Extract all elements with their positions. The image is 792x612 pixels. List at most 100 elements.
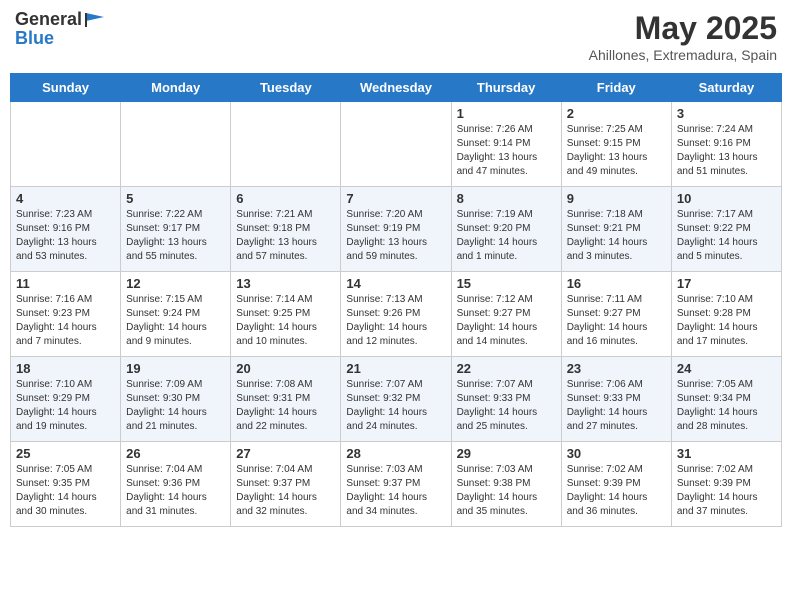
- day-number: 23: [567, 361, 666, 376]
- calendar-cell-w4-d6: 23 Sunrise: 7:06 AM Sunset: 9:33 PM Dayli…: [561, 357, 671, 442]
- calendar-header-row: Sunday Monday Tuesday Wednesday Thursday…: [11, 74, 782, 102]
- calendar-week-1: 1 Sunrise: 7:26 AM Sunset: 9:14 PM Daylig…: [11, 102, 782, 187]
- day-info: Sunrise: 7:10 AM Sunset: 9:29 PM Dayligh…: [16, 378, 115, 434]
- day-info: Sunrise: 7:24 AM Sunset: 9:16 PM Dayligh…: [677, 123, 776, 179]
- day-number: 4: [16, 191, 115, 206]
- day-info: Sunrise: 7:05 AM Sunset: 9:34 PM Dayligh…: [677, 378, 776, 434]
- calendar-cell-w3-d4: 14 Sunrise: 7:13 AM Sunset: 9:26 PM Dayli…: [341, 272, 451, 357]
- logo-general: General: [15, 10, 82, 30]
- logo-blue: Blue: [15, 28, 106, 49]
- day-info: Sunrise: 7:02 AM Sunset: 9:39 PM Dayligh…: [677, 463, 776, 519]
- day-number: 16: [567, 276, 666, 291]
- day-number: 29: [457, 446, 556, 461]
- header-sunday: Sunday: [11, 74, 121, 102]
- day-info: Sunrise: 7:06 AM Sunset: 9:33 PM Dayligh…: [567, 378, 666, 434]
- day-info: Sunrise: 7:14 AM Sunset: 9:25 PM Dayligh…: [236, 293, 335, 349]
- calendar-cell-w5-d2: 26Sunrise: 7:04 AM Sunset: 9:36 PM Dayli…: [121, 442, 231, 527]
- day-number: 19: [126, 361, 225, 376]
- calendar-cell-w4-d7: 24 Sunrise: 7:05 AM Sunset: 9:34 PM Dayli…: [671, 357, 781, 442]
- day-number: 14: [346, 276, 445, 291]
- day-info: Sunrise: 7:05 AM Sunset: 9:35 PM Dayligh…: [16, 463, 115, 519]
- calendar-cell-w2-d6: 9 Sunrise: 7:18 AM Sunset: 9:21 PM Daylig…: [561, 187, 671, 272]
- calendar-cell-w1-d1: [11, 102, 121, 187]
- day-info: Sunrise: 7:17 AM Sunset: 9:22 PM Dayligh…: [677, 208, 776, 264]
- day-number: 21: [346, 361, 445, 376]
- calendar-week-3: 11Sunrise: 7:16 AM Sunset: 9:23 PM Dayli…: [11, 272, 782, 357]
- day-number: 9: [567, 191, 666, 206]
- day-info: Sunrise: 7:09 AM Sunset: 9:30 PM Dayligh…: [126, 378, 225, 434]
- day-number: 3: [677, 106, 776, 121]
- calendar-cell-w4-d3: 20Sunrise: 7:08 AM Sunset: 9:31 PM Dayli…: [231, 357, 341, 442]
- calendar-week-5: 25 Sunrise: 7:05 AM Sunset: 9:35 PM Dayli…: [11, 442, 782, 527]
- calendar-cell-w5-d3: 27 Sunrise: 7:04 AM Sunset: 9:37 PM Dayli…: [231, 442, 341, 527]
- calendar-cell-w4-d5: 22Sunrise: 7:07 AM Sunset: 9:33 PM Dayli…: [451, 357, 561, 442]
- day-number: 8: [457, 191, 556, 206]
- calendar-cell-w4-d1: 18Sunrise: 7:10 AM Sunset: 9:29 PM Dayli…: [11, 357, 121, 442]
- day-number: 6: [236, 191, 335, 206]
- calendar-cell-w1-d6: 2Sunrise: 7:25 AM Sunset: 9:15 PM Daylig…: [561, 102, 671, 187]
- calendar-cell-w2-d2: 5 Sunrise: 7:22 AM Sunset: 9:17 PM Daylig…: [121, 187, 231, 272]
- calendar-cell-w4-d2: 19 Sunrise: 7:09 AM Sunset: 9:30 PM Dayli…: [121, 357, 231, 442]
- day-info: Sunrise: 7:03 AM Sunset: 9:37 PM Dayligh…: [346, 463, 445, 519]
- day-info: Sunrise: 7:25 AM Sunset: 9:15 PM Dayligh…: [567, 123, 666, 179]
- day-info: Sunrise: 7:04 AM Sunset: 9:37 PM Dayligh…: [236, 463, 335, 519]
- calendar-cell-w5-d6: 30 Sunrise: 7:02 AM Sunset: 9:39 PM Dayli…: [561, 442, 671, 527]
- day-number: 1: [457, 106, 556, 121]
- day-number: 28: [346, 446, 445, 461]
- logo: General Blue: [15, 10, 106, 49]
- page-container: General Blue May 2025 Ahillones, Extrema…: [10, 10, 782, 527]
- day-info: Sunrise: 7:19 AM Sunset: 9:20 PM Dayligh…: [457, 208, 556, 264]
- calendar-cell-w2-d4: 7Sunrise: 7:20 AM Sunset: 9:19 PM Daylig…: [341, 187, 451, 272]
- day-info: Sunrise: 7:13 AM Sunset: 9:26 PM Dayligh…: [346, 293, 445, 349]
- calendar-cell-w1-d7: 3 Sunrise: 7:24 AM Sunset: 9:16 PM Daylig…: [671, 102, 781, 187]
- logo-flag-icon: [84, 11, 106, 29]
- day-number: 13: [236, 276, 335, 291]
- day-info: Sunrise: 7:16 AM Sunset: 9:23 PM Dayligh…: [16, 293, 115, 349]
- calendar-table: Sunday Monday Tuesday Wednesday Thursday…: [10, 73, 782, 527]
- calendar-cell-w5-d7: 31 Sunrise: 7:02 AM Sunset: 9:39 PM Dayli…: [671, 442, 781, 527]
- day-info: Sunrise: 7:18 AM Sunset: 9:21 PM Dayligh…: [567, 208, 666, 264]
- day-number: 27: [236, 446, 335, 461]
- day-number: 5: [126, 191, 225, 206]
- day-info: Sunrise: 7:02 AM Sunset: 9:39 PM Dayligh…: [567, 463, 666, 519]
- day-info: Sunrise: 7:26 AM Sunset: 9:14 PM Dayligh…: [457, 123, 556, 179]
- calendar-cell-w3-d2: 12Sunrise: 7:15 AM Sunset: 9:24 PM Dayli…: [121, 272, 231, 357]
- day-number: 12: [126, 276, 225, 291]
- header-friday: Friday: [561, 74, 671, 102]
- day-number: 22: [457, 361, 556, 376]
- day-number: 24: [677, 361, 776, 376]
- calendar-cell-w3-d6: 16 Sunrise: 7:11 AM Sunset: 9:27 PM Dayli…: [561, 272, 671, 357]
- day-info: Sunrise: 7:11 AM Sunset: 9:27 PM Dayligh…: [567, 293, 666, 349]
- header-saturday: Saturday: [671, 74, 781, 102]
- calendar-cell-w3-d3: 13 Sunrise: 7:14 AM Sunset: 9:25 PM Dayli…: [231, 272, 341, 357]
- day-number: 25: [16, 446, 115, 461]
- day-info: Sunrise: 7:21 AM Sunset: 9:18 PM Dayligh…: [236, 208, 335, 264]
- day-info: Sunrise: 7:22 AM Sunset: 9:17 PM Dayligh…: [126, 208, 225, 264]
- calendar-cell-w3-d5: 15 Sunrise: 7:12 AM Sunset: 9:27 PM Dayli…: [451, 272, 561, 357]
- calendar-cell-w1-d4: [341, 102, 451, 187]
- day-number: 26: [126, 446, 225, 461]
- calendar-cell-w3-d7: 17 Sunrise: 7:10 AM Sunset: 9:28 PM Dayli…: [671, 272, 781, 357]
- day-number: 7: [346, 191, 445, 206]
- header-monday: Monday: [121, 74, 231, 102]
- calendar-cell-w5-d1: 25 Sunrise: 7:05 AM Sunset: 9:35 PM Dayli…: [11, 442, 121, 527]
- day-number: 31: [677, 446, 776, 461]
- calendar-cell-w1-d3: [231, 102, 341, 187]
- day-number: 30: [567, 446, 666, 461]
- calendar-subtitle: Ahillones, Extremadura, Spain: [589, 47, 777, 63]
- day-number: 17: [677, 276, 776, 291]
- header-thursday: Thursday: [451, 74, 561, 102]
- day-info: Sunrise: 7:03 AM Sunset: 9:38 PM Dayligh…: [457, 463, 556, 519]
- day-info: Sunrise: 7:07 AM Sunset: 9:32 PM Dayligh…: [346, 378, 445, 434]
- day-info: Sunrise: 7:12 AM Sunset: 9:27 PM Dayligh…: [457, 293, 556, 349]
- calendar-cell-w3-d1: 11Sunrise: 7:16 AM Sunset: 9:23 PM Dayli…: [11, 272, 121, 357]
- calendar-cell-w1-d2: [121, 102, 231, 187]
- day-info: Sunrise: 7:23 AM Sunset: 9:16 PM Dayligh…: [16, 208, 115, 264]
- calendar-cell-w2-d5: 8 Sunrise: 7:19 AM Sunset: 9:20 PM Daylig…: [451, 187, 561, 272]
- header-wednesday: Wednesday: [341, 74, 451, 102]
- day-number: 15: [457, 276, 556, 291]
- day-info: Sunrise: 7:08 AM Sunset: 9:31 PM Dayligh…: [236, 378, 335, 434]
- page-header: General Blue May 2025 Ahillones, Extrema…: [10, 10, 782, 63]
- logo-text: General Blue: [15, 10, 106, 49]
- day-info: Sunrise: 7:10 AM Sunset: 9:28 PM Dayligh…: [677, 293, 776, 349]
